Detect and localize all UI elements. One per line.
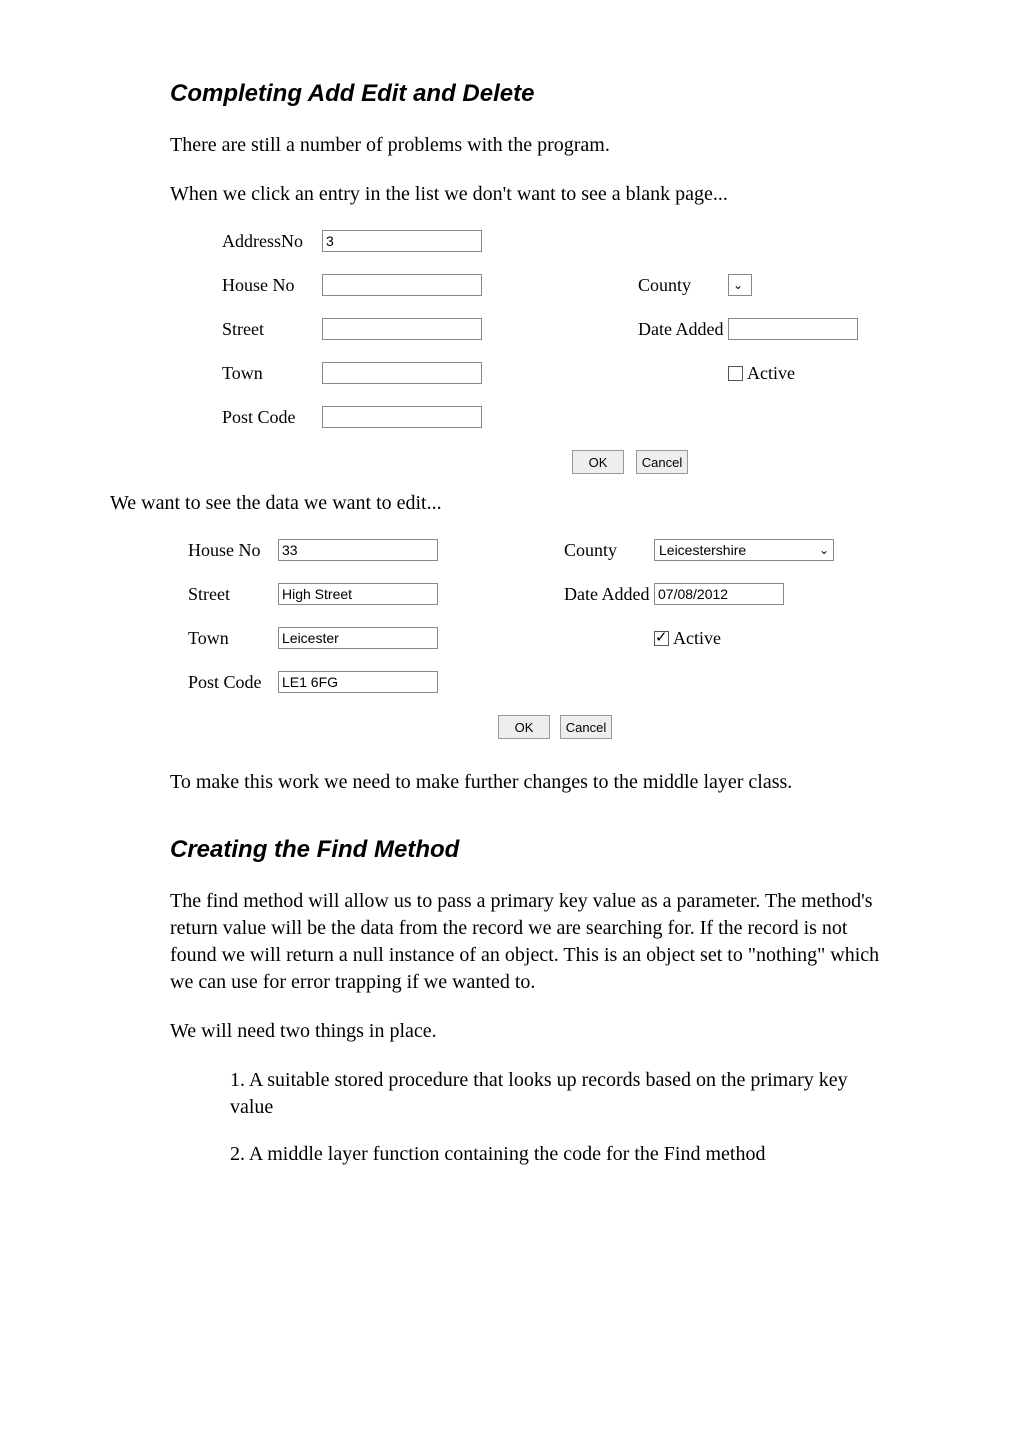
heading-completing: Completing Add Edit and Delete <box>170 80 890 108</box>
ok-button[interactable]: OK <box>572 450 624 474</box>
addressno-input[interactable] <box>322 230 482 252</box>
label-addressno: AddressNo <box>222 231 322 252</box>
heading-find-method: Creating the Find Method <box>170 836 890 864</box>
paragraph-intro: There are still a number of problems wit… <box>170 132 890 159</box>
postcode-input-2[interactable] <box>278 671 438 693</box>
ok-button-2[interactable]: OK <box>498 715 550 739</box>
label-houseno-2: House No <box>188 540 278 561</box>
paragraph-see-data: We want to see the data we want to edit.… <box>110 490 890 517</box>
active-checkbox-2[interactable] <box>654 631 669 646</box>
label-postcode-2: Post Code <box>188 672 278 693</box>
dateadded-input-2[interactable] <box>654 583 784 605</box>
county-value: Leicestershire <box>659 542 746 558</box>
label-street: Street <box>222 319 322 340</box>
form-blank: AddressNo House No County ⌄ Street Date … <box>222 230 890 474</box>
label-active: Active <box>747 363 795 384</box>
street-input-2[interactable] <box>278 583 438 605</box>
label-postcode: Post Code <box>222 407 322 428</box>
houseno-input[interactable] <box>322 274 482 296</box>
document-page: Completing Add Edit and Delete There are… <box>0 0 1020 1443</box>
form-filled: House No County Leicestershire ⌄ Street … <box>188 539 890 739</box>
town-input-2[interactable] <box>278 627 438 649</box>
postcode-input[interactable] <box>322 406 482 428</box>
list-item-2: 2. A middle layer function containing th… <box>230 1141 890 1168</box>
label-active-2: Active <box>673 628 721 649</box>
chevron-down-icon: ⌄ <box>733 278 747 292</box>
paragraph-blank-page: When we click an entry in the list we do… <box>170 181 890 208</box>
cancel-button[interactable]: Cancel <box>636 450 688 474</box>
label-town: Town <box>222 363 322 384</box>
county-dropdown-2[interactable]: Leicestershire ⌄ <box>654 539 834 561</box>
town-input[interactable] <box>322 362 482 384</box>
label-county-2: County <box>564 540 654 561</box>
label-houseno: House No <box>222 275 322 296</box>
street-input[interactable] <box>322 318 482 340</box>
houseno-input-2[interactable] <box>278 539 438 561</box>
paragraph-two-things: We will need two things in place. <box>170 1018 890 1045</box>
label-dateadded: Date Added <box>638 319 728 340</box>
label-town-2: Town <box>188 628 278 649</box>
chevron-down-icon: ⌄ <box>819 543 833 557</box>
active-checkbox[interactable] <box>728 366 743 381</box>
paragraph-find-desc: The find method will allow us to pass a … <box>170 888 890 996</box>
paragraph-middle-layer: To make this work we need to make furthe… <box>170 769 890 796</box>
label-street-2: Street <box>188 584 278 605</box>
label-dateadded-2: Date Added <box>564 584 654 605</box>
cancel-button-2[interactable]: Cancel <box>560 715 612 739</box>
list-item-1: 1. A suitable stored procedure that look… <box>230 1067 890 1121</box>
county-dropdown[interactable]: ⌄ <box>728 274 752 296</box>
dateadded-input[interactable] <box>728 318 858 340</box>
label-county: County <box>638 275 728 296</box>
